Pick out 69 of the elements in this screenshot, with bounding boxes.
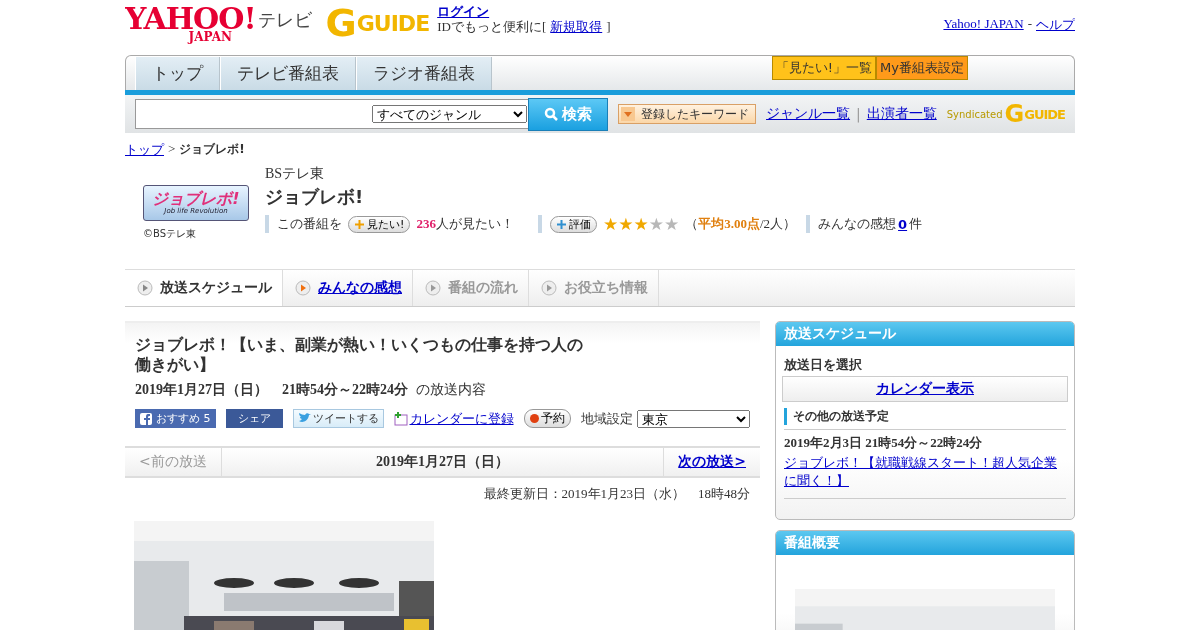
calendar-add-icon: [393, 411, 408, 426]
region-label: 地域設定: [580, 409, 633, 428]
keyword-button[interactable]: 登録したキーワード: [618, 104, 757, 124]
tweet-button[interactable]: ツイートする: [292, 409, 384, 428]
nav-button[interactable]: My番組表設定: [876, 56, 968, 80]
yahoo-japan-link[interactable]: Yahoo! JAPAN: [943, 16, 1024, 34]
broadcast-date: 2019年1月27日（日）: [220, 448, 665, 476]
select-date-label: 放送日を選択: [784, 356, 863, 374]
share-button[interactable]: シェア: [225, 409, 283, 428]
impressions-count-link[interactable]: 0: [898, 216, 908, 232]
episode-title: ジョブレボ！【いま、副業が熱い！いくつもの仕事を持つ人の働きがい】: [135, 335, 584, 375]
last-updated: 最終更新日：2019年1月23日（水） 18時48分: [482, 485, 751, 503]
region-select[interactable]: 東京: [636, 409, 750, 428]
search-field[interactable]: すべてのジャンル: [135, 99, 531, 129]
service-name: テレビ: [257, 8, 312, 32]
recommend-button[interactable]: おすすめ 5: [135, 409, 216, 428]
impressions-label: みんなの感想: [818, 215, 897, 233]
star-rating: ★★★★★: [602, 215, 680, 233]
caret-icon: [621, 107, 636, 121]
want-count: 236人が見たい！: [416, 215, 514, 233]
nav-tab[interactable]: トップ: [135, 57, 220, 90]
schedule-episode-link[interactable]: ジョブレボ！【就職戦線スタート！超人気企業に聞く！】: [784, 454, 1066, 490]
nav-button[interactable]: 「見たい!」一覧: [771, 56, 877, 80]
facebook-icon: [140, 412, 152, 425]
cast-list-link[interactable]: 出演者一覧: [866, 105, 937, 123]
calendar-register-link[interactable]: カレンダーに登録: [393, 409, 514, 428]
breadcrumb-separator: >: [168, 141, 176, 158]
breadcrumb-current: ジョブレボ!: [179, 141, 245, 158]
reserve-button[interactable]: 予約: [523, 409, 571, 428]
play-icon: [425, 280, 441, 296]
search-icon: [544, 107, 559, 121]
want-button[interactable]: 見たい!: [348, 215, 411, 233]
nav-tab[interactable]: テレビ番組表: [220, 57, 356, 90]
plus-icon: [354, 218, 365, 230]
bracket-text: ]: [606, 19, 611, 34]
separator-text: -: [1027, 16, 1032, 33]
want-label: この番組を: [277, 215, 342, 233]
other-schedule-label: その他の放送予定: [784, 408, 1066, 425]
genre-select[interactable]: すべてのジャンル: [372, 105, 528, 123]
plus-icon: [555, 218, 567, 230]
episode-datetime: 2019年1月27日（日） 21時54分～22時24分: [135, 381, 408, 399]
nav-tab[interactable]: ラジオ番組表: [356, 57, 492, 90]
impressions-suffix: 件: [909, 215, 923, 233]
record-dot-icon: [529, 414, 539, 423]
program-title: ジョブレボ!: [265, 185, 365, 209]
bird-icon: [297, 413, 311, 424]
signup-link[interactable]: 新規取得: [550, 19, 603, 34]
next-broadcast-link[interactable]: 次の放送>: [664, 448, 760, 476]
episode-datetime-suffix: の放送内容: [416, 381, 486, 399]
genre-list-link[interactable]: ジャンル一覧: [766, 105, 851, 123]
breadcrumb-link[interactable]: トップ: [125, 141, 164, 159]
separator-text: |: [856, 106, 861, 122]
panel-title: 番組概要: [776, 531, 1074, 555]
channel-name: BSテレ東: [265, 165, 326, 183]
rate-button[interactable]: 評価: [549, 215, 597, 233]
rating-text: （平均3.00点/2人）: [685, 215, 797, 233]
schedule-datetime: 2019年2月3日 21時54分～22時24分: [784, 434, 984, 452]
play-icon: [137, 280, 153, 296]
section-tab[interactable]: 放送スケジュール: [125, 270, 283, 306]
copyright-text: ©BSテレ東: [143, 227, 198, 241]
syndicated-label: Syndicated: [946, 108, 1003, 120]
play-icon: [541, 280, 557, 296]
panel-title: 放送スケジュール: [776, 322, 1074, 346]
calendar-button[interactable]: カレンダー表示: [782, 376, 1068, 402]
play-icon: [295, 280, 311, 296]
yahoo-japan-logo[interactable]: YAHOO! JAPAN: [125, 4, 256, 43]
login-link[interactable]: ログイン: [437, 4, 611, 19]
id-promo-text: IDでもっと便利に[: [437, 19, 547, 34]
help-link[interactable]: ヘルプ: [1036, 16, 1075, 34]
